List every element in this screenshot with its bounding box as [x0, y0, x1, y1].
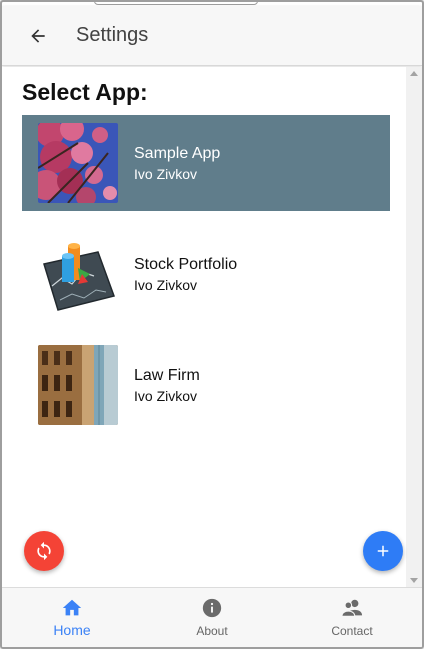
- arrow-left-icon: [31, 28, 45, 43]
- app-bar: Settings: [2, 6, 422, 66]
- app-author: Ivo Zivkov: [134, 387, 198, 404]
- app-name: Sample App: [134, 144, 221, 162]
- home-icon: [62, 599, 82, 616]
- page-title: Settings: [76, 24, 149, 46]
- nav-label: Contact: [331, 624, 373, 638]
- law-firm-thumbnail: [38, 345, 118, 425]
- top-edge: [94, 2, 258, 5]
- nav-label: Home: [53, 622, 91, 638]
- app-name: Stock Portfolio: [134, 255, 238, 273]
- nav-item-about[interactable]: About: [142, 588, 282, 647]
- scroll-down-arrow[interactable]: [410, 578, 418, 583]
- nav-item-home[interactable]: Home: [2, 588, 142, 647]
- back-button[interactable]: [20, 18, 56, 54]
- app-item-stock-portfolio[interactable]: Stock Portfolio Ivo Zivkov: [22, 226, 390, 322]
- scrollbar[interactable]: [406, 67, 422, 587]
- app-item-sample-app[interactable]: Sample App Ivo Zivkov: [22, 115, 390, 211]
- app-item-law-firm[interactable]: Law Firm Ivo Zivkov: [22, 337, 390, 433]
- info-icon: [202, 598, 222, 618]
- section-title: Select App:: [22, 79, 148, 105]
- app-author: Ivo Zivkov: [134, 165, 198, 182]
- stock-portfolio-thumbnail: [38, 234, 118, 314]
- add-app-button[interactable]: [363, 531, 403, 571]
- device-frame: Settings Select App: Sample App Ivo Zivk…: [0, 0, 424, 649]
- plus-icon: [377, 545, 389, 557]
- app-name: Law Firm: [134, 366, 200, 384]
- sample-app-thumbnail: [38, 123, 118, 203]
- sync-button[interactable]: [24, 531, 64, 571]
- nav-item-contact[interactable]: Contact: [282, 588, 422, 647]
- nav-label: About: [196, 624, 228, 638]
- bottom-navigation: Home About Contact: [2, 587, 422, 647]
- app-author: Ivo Zivkov: [134, 276, 198, 293]
- contacts-icon: [341, 599, 363, 617]
- sync-icon: [37, 541, 51, 561]
- scroll-up-arrow[interactable]: [410, 71, 418, 76]
- app-list-panel[interactable]: Select App: Sample App Ivo Zivkov Stock …: [2, 67, 406, 587]
